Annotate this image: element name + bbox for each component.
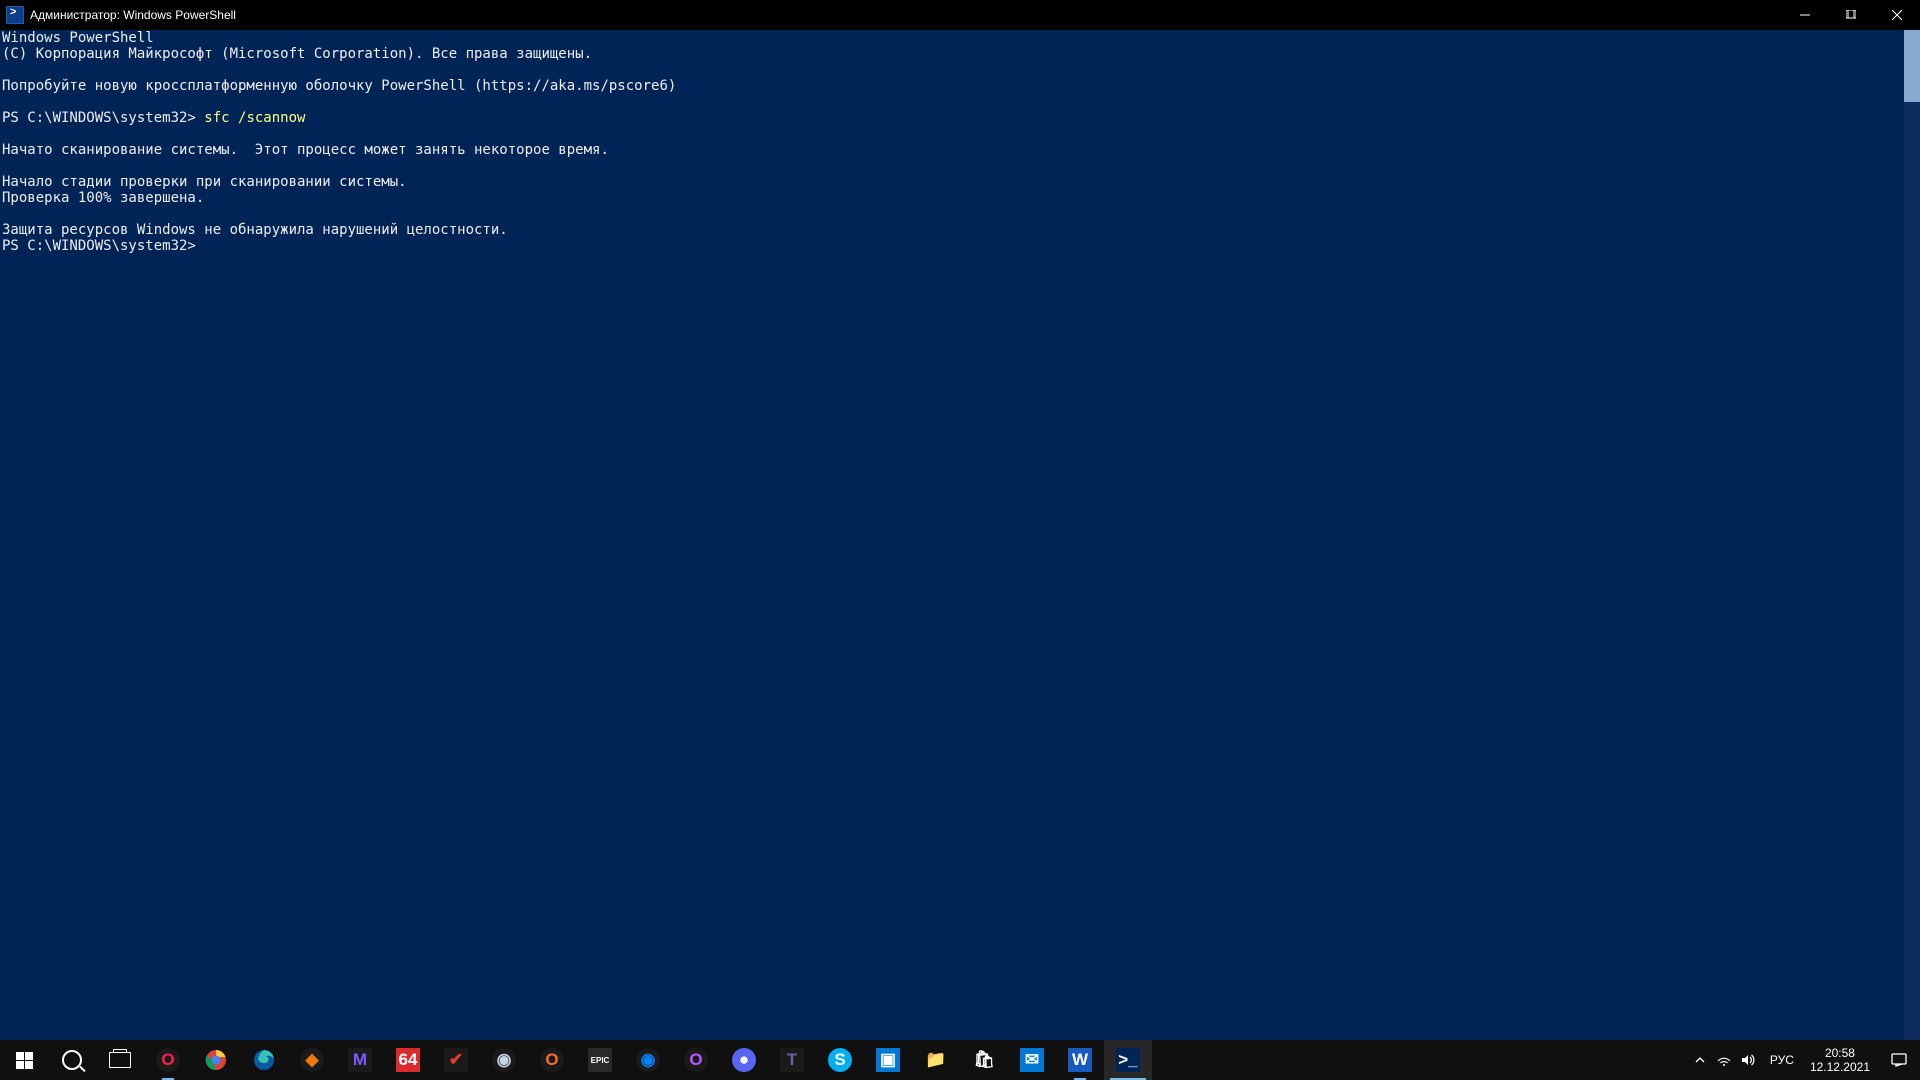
taskbar-steam-button[interactable]: ◉ xyxy=(480,1040,528,1080)
taskbar-discord-button[interactable]: ● xyxy=(720,1040,768,1080)
mail-icon: ✉ xyxy=(1020,1048,1044,1072)
maximize-button[interactable] xyxy=(1828,0,1874,30)
windows-logo-icon xyxy=(16,1052,33,1069)
aida64-icon: 64 xyxy=(396,1048,420,1072)
output-line: Попробуйте новую кроссплатформенную обол… xyxy=(2,78,676,94)
edge-icon xyxy=(252,1048,276,1072)
scrollbar-thumb[interactable] xyxy=(1904,30,1920,102)
blender-icon: ◆ xyxy=(300,1048,324,1072)
tray-overflow-icon[interactable] xyxy=(1688,1040,1712,1080)
taskbar-apps: O ◆ M 64 ✔ ◉ O EPIC ◉ O ● TS ▣ 📁 🛍 ✉ W >_ xyxy=(0,1040,1152,1080)
titlebar[interactable]: Администратор: Windows PowerShell xyxy=(0,0,1920,30)
taskbar-aida64-button[interactable]: 64 xyxy=(384,1040,432,1080)
terminal-output[interactable]: Windows PowerShell (C) Корпорация Майкро… xyxy=(0,30,1920,1040)
output-line: Защита ресурсов Windows не обнаружила на… xyxy=(2,222,508,238)
powershell-icon: >_ xyxy=(1116,1048,1140,1072)
operabeta-icon: O xyxy=(684,1048,708,1072)
ccleaner-icon: ✔ xyxy=(444,1048,468,1072)
taskbar-search-button[interactable] xyxy=(48,1040,96,1080)
wifi-icon[interactable] xyxy=(1712,1040,1736,1080)
scrollbar[interactable] xyxy=(1904,30,1920,1040)
teams-icon: T xyxy=(780,1048,804,1072)
epic-icon: EPIC xyxy=(588,1048,612,1072)
clock-time: 20:58 xyxy=(1810,1046,1870,1060)
taskview-icon xyxy=(109,1052,131,1068)
proton-icon: M xyxy=(348,1048,372,1072)
taskbar-mail-button[interactable]: ✉ xyxy=(1008,1040,1056,1080)
taskbar-ccleaner-button[interactable]: ✔ xyxy=(432,1040,480,1080)
word-icon: W xyxy=(1068,1048,1092,1072)
taskbar-right: РУС 20:58 12.12.2021 xyxy=(1686,1040,1920,1080)
terminal-area[interactable]: Windows PowerShell (C) Корпорация Майкро… xyxy=(0,30,1920,1040)
output-line: (C) Корпорация Майкрософт (Microsoft Cor… xyxy=(2,46,592,62)
close-button[interactable] xyxy=(1874,0,1920,30)
search-icon xyxy=(62,1050,82,1070)
taskbar-taskview-button[interactable] xyxy=(96,1040,144,1080)
origin-icon: O xyxy=(540,1048,564,1072)
output-line: Проверка 100% завершена. xyxy=(2,190,204,206)
taskbar-edge-button[interactable] xyxy=(240,1040,288,1080)
action-center-icon[interactable] xyxy=(1878,1040,1920,1080)
output-line: Windows PowerShell xyxy=(2,30,154,46)
window-title: Администратор: Windows PowerShell xyxy=(30,8,236,22)
clock-date: 12.12.2021 xyxy=(1810,1060,1870,1074)
taskbar-origin-button[interactable]: O xyxy=(528,1040,576,1080)
taskbar-blender-button[interactable]: ◆ xyxy=(288,1040,336,1080)
taskbar-operabeta-button[interactable]: O xyxy=(672,1040,720,1080)
taskbar-ubisoft-button[interactable]: ◉ xyxy=(624,1040,672,1080)
taskbar-camera-button[interactable]: ▣ xyxy=(864,1040,912,1080)
prompt: PS C:\WINDOWS\system32> xyxy=(2,238,196,254)
explorer-icon: 📁 xyxy=(924,1048,948,1072)
output-line: Начало стадии проверки при сканировании … xyxy=(2,174,407,190)
skype-icon: S xyxy=(828,1048,852,1072)
taskbar-word-button[interactable]: W xyxy=(1056,1040,1104,1080)
discord-icon: ● xyxy=(732,1048,756,1072)
powershell-icon xyxy=(6,6,24,24)
taskbar: O ◆ M 64 ✔ ◉ O EPIC ◉ O ● TS ▣ 📁 🛍 ✉ W >_ РУС 20:58 12.12… xyxy=(0,1040,1920,1080)
ubisoft-icon: ◉ xyxy=(636,1048,660,1072)
taskbar-chrome-button[interactable] xyxy=(192,1040,240,1080)
taskbar-powershell-button[interactable]: >_ xyxy=(1104,1040,1152,1080)
minimize-button[interactable] xyxy=(1782,0,1828,30)
chrome-icon xyxy=(204,1048,228,1072)
language-indicator[interactable]: РУС xyxy=(1762,1040,1802,1080)
taskbar-proton-button[interactable]: M xyxy=(336,1040,384,1080)
camera-icon: ▣ xyxy=(876,1048,900,1072)
taskbar-start-button[interactable] xyxy=(0,1040,48,1080)
opera-gx-icon: O xyxy=(156,1048,180,1072)
store-icon: 🛍 xyxy=(972,1048,996,1072)
powershell-window: Администратор: Windows PowerShell Window… xyxy=(0,0,1920,1040)
steam-icon: ◉ xyxy=(492,1048,516,1072)
taskbar-store-button[interactable]: 🛍 xyxy=(960,1040,1008,1080)
taskbar-teams-button[interactable]: T xyxy=(768,1040,816,1080)
taskbar-opera-gx-button[interactable]: O xyxy=(144,1040,192,1080)
output-line: Начато сканирование системы. Этот процес… xyxy=(2,142,609,158)
taskbar-explorer-button[interactable]: 📁 xyxy=(912,1040,960,1080)
clock[interactable]: 20:58 12.12.2021 xyxy=(1802,1040,1878,1080)
taskbar-skype-button[interactable]: S xyxy=(816,1040,864,1080)
prompt: PS C:\WINDOWS\system32> xyxy=(2,110,204,126)
system-tray xyxy=(1686,1040,1762,1080)
command: sfc /scannow xyxy=(204,110,305,126)
taskbar-epic-button[interactable]: EPIC xyxy=(576,1040,624,1080)
volume-icon[interactable] xyxy=(1736,1040,1760,1080)
